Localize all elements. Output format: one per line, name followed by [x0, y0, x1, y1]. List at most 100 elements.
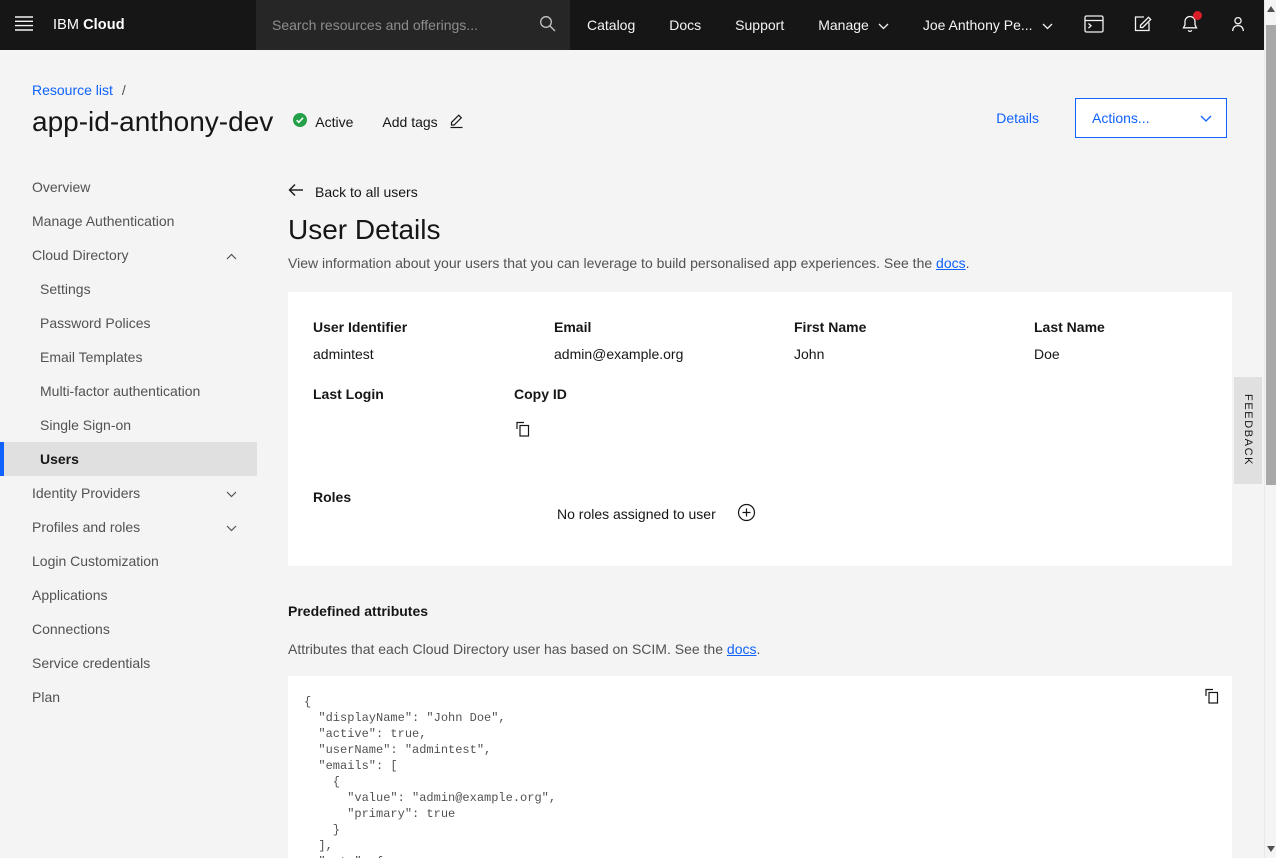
page-title: app-id-anthony-dev: [32, 105, 273, 138]
sidebar-item-manage-authentication[interactable]: Manage Authentication: [0, 204, 257, 238]
field-value: admin@example.org: [554, 346, 794, 362]
search-input[interactable]: [256, 0, 524, 50]
nav-link-support[interactable]: Support: [718, 0, 801, 50]
sidebar-item-applications[interactable]: Applications: [0, 578, 257, 612]
top-navbar: IBM Cloud Catalog Docs Support Manage Jo…: [0, 0, 1276, 50]
scrollbar-up-arrow[interactable]: [1267, 6, 1275, 12]
nav-link-catalog[interactable]: Catalog: [570, 0, 652, 50]
brand[interactable]: IBM Cloud: [53, 0, 125, 50]
description-text: Attributes that each Cloud Directory use…: [288, 641, 727, 657]
docs-link[interactable]: docs: [936, 255, 966, 271]
actions-dropdown[interactable]: Actions...: [1075, 98, 1227, 138]
add-role-button[interactable]: [737, 503, 756, 525]
sidebar-item-label: Login Customization: [32, 553, 159, 569]
field-last-login: Last Login: [313, 386, 514, 441]
copy-code-button[interactable]: [1203, 688, 1220, 708]
scrollbar-thumb[interactable]: [1266, 25, 1276, 485]
avatar-button[interactable]: [1214, 0, 1262, 50]
sidebar-item-overview[interactable]: Overview: [0, 170, 257, 204]
sidebar-item-cloud-directory[interactable]: Cloud Directory: [0, 238, 257, 272]
field-first-name: First Name John: [794, 319, 1034, 362]
feedback-edit-button[interactable]: [1118, 0, 1166, 50]
field-label: User Identifier: [313, 319, 554, 335]
notification-dot: [1193, 11, 1202, 20]
chevron-down-icon: [226, 485, 237, 501]
cloud-shell-button[interactable]: [1070, 0, 1118, 50]
navbar-links: Catalog Docs Support Manage Joe Anthony …: [570, 0, 1070, 50]
roles-empty-text: No roles assigned to user: [557, 506, 716, 522]
cloud-shell-icon: [1084, 15, 1104, 36]
code-line: "value": "admin@example.org",: [304, 790, 1216, 806]
sidebar-item-profiles-and-roles[interactable]: Profiles and roles: [0, 510, 257, 544]
code-line: {: [304, 694, 1216, 710]
scrollbar-down-arrow[interactable]: [1267, 846, 1275, 852]
user-details-description: View information about your users that y…: [288, 255, 1232, 271]
sidebar-item-service-credentials[interactable]: Service credentials: [0, 646, 257, 680]
predefined-attributes-title: Predefined attributes: [288, 603, 1232, 619]
status-badge: Active: [293, 113, 353, 130]
sidebar-item-identity-providers[interactable]: Identity Providers: [0, 476, 257, 510]
avatar-icon: [1228, 14, 1248, 37]
description-text: View information about your users that y…: [288, 255, 936, 271]
sidebar-item-plan[interactable]: Plan: [0, 680, 257, 714]
user-info-card: User Identifier admintest Email admin@ex…: [288, 292, 1232, 566]
sidebar-item-connections[interactable]: Connections: [0, 612, 257, 646]
hamburger-icon: [14, 16, 34, 34]
sidebar-item-label: Settings: [40, 281, 91, 297]
field-label: Last Name: [1034, 319, 1207, 335]
breadcrumb-separator: /: [122, 82, 126, 98]
sidebar-item-single-sign-on[interactable]: Single Sign-on: [0, 408, 257, 442]
notifications-button[interactable]: [1166, 0, 1214, 50]
back-to-users-link[interactable]: Back to all users: [288, 183, 418, 200]
sidebar-item-label: Cloud Directory: [32, 247, 128, 263]
sidebar-item-login-customization[interactable]: Login Customization: [0, 544, 257, 578]
resource-page-header: Resource list / app-id-anthony-dev Activ…: [0, 50, 1276, 160]
nav-link-label: Docs: [669, 17, 701, 33]
sidebar-item-label: Single Sign-on: [40, 417, 131, 433]
sidebar-item-password-polices[interactable]: Password Polices: [0, 306, 257, 340]
sidebar-item-label: Overview: [32, 179, 90, 195]
feedback-tab[interactable]: FEEDBACK: [1234, 377, 1262, 484]
nav-link-docs[interactable]: Docs: [652, 0, 718, 50]
edit-square-icon: [1133, 14, 1152, 36]
sidebar-item-label: Service credentials: [32, 655, 150, 671]
account-name-label: Joe Anthony Pe...: [923, 17, 1033, 33]
docs-link[interactable]: docs: [727, 641, 757, 657]
sidebar-item-email-templates[interactable]: Email Templates: [0, 340, 257, 374]
field-label: First Name: [794, 319, 1034, 335]
check-circle-icon: [293, 113, 307, 130]
code-line: ],: [304, 838, 1216, 854]
sidebar-item-users[interactable]: Users: [0, 442, 257, 476]
add-tags-button[interactable]: Add tags: [382, 112, 464, 132]
nav-menu-account[interactable]: Joe Anthony Pe...: [906, 0, 1070, 50]
predefined-attributes-description: Attributes that each Cloud Directory use…: [288, 641, 1232, 657]
chevron-up-icon: [226, 247, 237, 263]
scrollbar[interactable]: [1264, 0, 1276, 858]
sidebar-item-label: Applications: [32, 587, 108, 603]
details-link[interactable]: Details: [996, 110, 1039, 126]
code-line: "meta": {: [304, 854, 1216, 858]
field-label: Last Login: [313, 386, 514, 402]
nav-menu-manage[interactable]: Manage: [801, 0, 906, 50]
sidebar-item-label: Password Polices: [40, 315, 151, 331]
field-value: John: [794, 346, 1034, 362]
description-period: .: [966, 255, 970, 271]
brand-suffix: Cloud: [83, 17, 125, 33]
sidebar-item-multi-factor-authentication[interactable]: Multi-factor authentication: [0, 374, 257, 408]
breadcrumb-resource-list-link[interactable]: Resource list: [32, 82, 113, 98]
chevron-down-icon: [226, 519, 237, 535]
search-icon: [539, 15, 556, 35]
search-button[interactable]: [524, 0, 570, 50]
field-copy-id: Copy ID: [514, 386, 567, 441]
sidebar-item-label: Users: [40, 451, 79, 467]
chevron-down-icon: [1200, 110, 1212, 126]
copy-id-button[interactable]: [514, 421, 531, 441]
sidebar-item-settings[interactable]: Settings: [0, 272, 257, 306]
sidebar-item-label: Profiles and roles: [32, 519, 140, 535]
user-details-title: User Details: [288, 213, 1232, 246]
field-user-identifier: User Identifier admintest: [313, 319, 554, 362]
header-actions: Details Actions...: [996, 98, 1227, 138]
field-label: Copy ID: [514, 386, 567, 402]
menu-button[interactable]: [0, 0, 48, 50]
global-search: [256, 0, 570, 50]
